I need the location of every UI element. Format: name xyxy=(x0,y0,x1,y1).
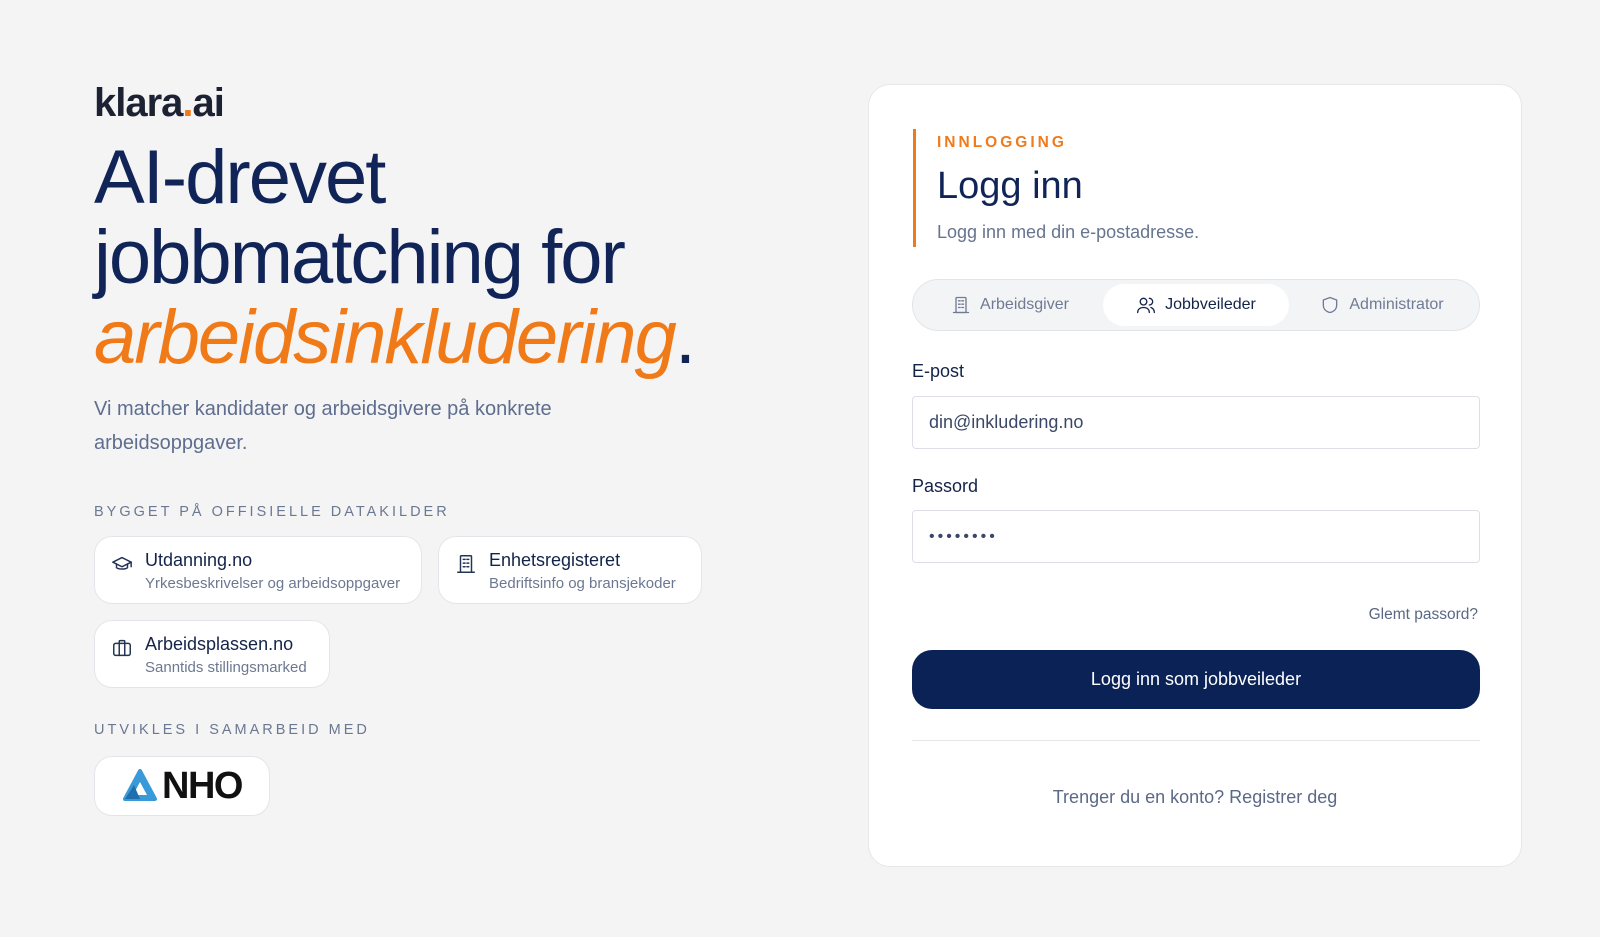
graduation-cap-icon xyxy=(112,556,132,570)
partner-label: UTVIKLES I SAMARBEID MED xyxy=(94,722,370,738)
source-card-utdanning: Utdanning.no Yrkesbeskrivelser og arbeid… xyxy=(94,536,422,604)
source-title: Utdanning.no xyxy=(145,550,253,570)
register-link[interactable]: Trenger du en konto? Registrer deg xyxy=(869,787,1521,808)
sources-label: BYGGET PÅ OFFISIELLE DATAKILDER xyxy=(94,504,450,520)
hero-headline: AI-drevet jobbmatching for arbeidsinklud… xyxy=(94,138,754,378)
headline-line-1: AI-drevet xyxy=(94,135,386,220)
nho-partner-logo: NHO xyxy=(94,756,270,816)
logo-dot: . xyxy=(182,81,193,125)
role-selector: Arbeidsgiver Jobbveileder Administrator xyxy=(912,279,1480,331)
password-field[interactable]: •••••••• xyxy=(912,510,1480,563)
users-icon xyxy=(1137,297,1156,314)
forgot-password-link[interactable]: Glemt passord? xyxy=(1369,606,1478,624)
source-desc: Sanntids stillingsmarked xyxy=(145,659,307,676)
role-tab-arbeidsgiver[interactable]: Arbeidsgiver xyxy=(917,284,1103,326)
klara-logo[interactable]: klara.ai xyxy=(94,80,754,126)
source-title: Enhetsregisteret xyxy=(489,550,621,570)
login-card: INNLOGGING Logg inn Logg inn med din e-p… xyxy=(868,84,1522,867)
briefcase-icon xyxy=(113,639,131,657)
role-tab-jobbveileder[interactable]: Jobbveileder xyxy=(1103,284,1289,326)
source-desc: Yrkesbeskrivelser og arbeidsoppgaver xyxy=(145,575,401,592)
source-title: Arbeidsplassen.no xyxy=(145,634,294,654)
email-field[interactable]: din@inkludering.no xyxy=(912,396,1480,449)
role-tab-label: Arbeidsgiver xyxy=(980,296,1069,313)
password-label: Passord xyxy=(912,476,979,496)
login-header: INNLOGGING Logg inn Logg inn med din e-p… xyxy=(913,129,1199,247)
building-icon xyxy=(952,296,970,314)
logo-name: klara xyxy=(94,81,183,125)
building-icon xyxy=(457,555,475,573)
hero-panel: klara.ai AI-drevet jobbmatching for arbe… xyxy=(94,80,754,816)
nho-mark-icon xyxy=(123,769,158,801)
source-card-arbeidsplassen: Arbeidsplassen.no Sanntids stillingsmark… xyxy=(94,620,330,688)
role-tab-administrator[interactable]: Administrator xyxy=(1289,284,1475,326)
email-label: E-post xyxy=(912,361,965,381)
login-subtitle: Logg inn med din e-postadresse. xyxy=(937,222,1200,242)
role-tab-label: Administrator xyxy=(1349,296,1444,313)
headline-period: . xyxy=(674,295,696,380)
login-submit-button[interactable]: Logg inn som jobbveileder xyxy=(912,650,1480,709)
source-desc: Bedriftsinfo og bransjekoder xyxy=(489,575,676,592)
partner-name: NHO xyxy=(162,764,243,807)
headline-accent: arbeidsinkludering xyxy=(94,295,677,380)
logo-tld: ai xyxy=(192,81,225,125)
divider xyxy=(912,740,1480,741)
hero-subtitle: Vi matcher kandidater og arbeidsgivere p… xyxy=(94,398,552,454)
headline-line-2: jobbmatching for xyxy=(94,215,626,300)
login-title: Logg inn xyxy=(937,165,1083,207)
role-tab-label: Jobbveileder xyxy=(1165,296,1256,313)
sources-list: Utdanning.no Yrkesbeskrivelser og arbeid… xyxy=(94,536,734,688)
shield-icon xyxy=(1323,296,1338,314)
source-card-enhetsregisteret: Enhetsregisteret Bedriftsinfo og bransje… xyxy=(438,536,702,604)
login-eyebrow: INNLOGGING xyxy=(937,134,1067,151)
